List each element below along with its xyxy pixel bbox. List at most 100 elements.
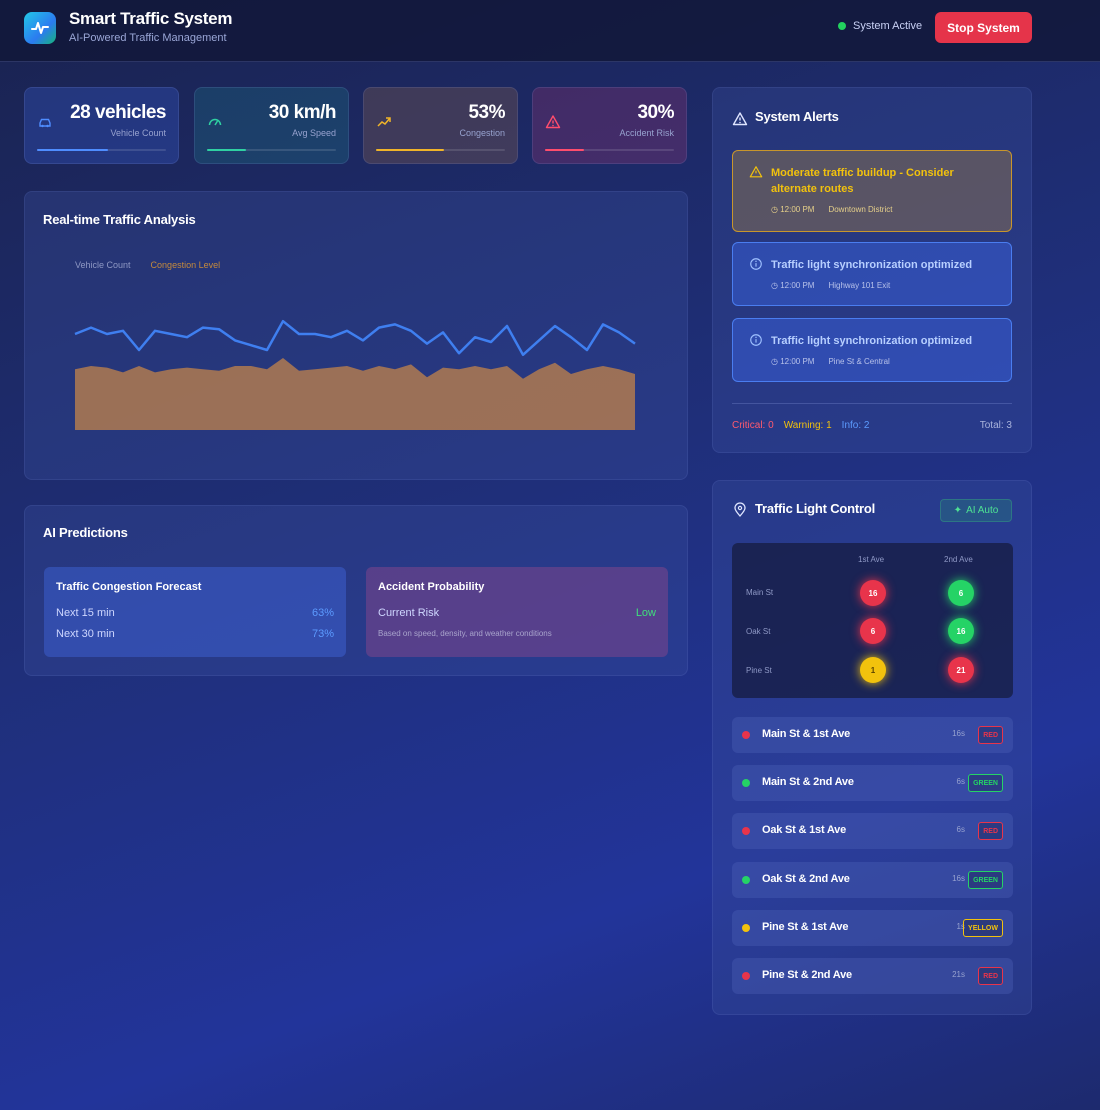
vehicle-count-point <box>282 320 284 322</box>
gauge-icon <box>208 118 222 126</box>
status-dot-icon <box>838 22 846 30</box>
intersection-item[interactable]: Oak St & 2nd Ave 16s GREEN <box>732 862 1013 898</box>
vehicle-count-point <box>154 330 156 332</box>
traffic-chart <box>74 319 636 430</box>
state-dot-icon <box>742 731 750 739</box>
vehicle-count-point <box>458 352 460 354</box>
vehicle-count-point <box>218 328 220 330</box>
traffic-light[interactable]: 6 <box>948 580 974 606</box>
critical-count: Critical: 0 <box>732 420 774 431</box>
vehicle-count-point <box>474 336 476 338</box>
intersection-name: Oak St & 2nd Ave <box>762 873 850 885</box>
alert-summary: Critical: 0 Warning: 1 Info: 2 Total: 3 <box>732 420 1012 431</box>
intersection-item[interactable]: Pine St & 2nd Ave 21s RED <box>732 958 1013 994</box>
intersection-item[interactable]: Pine St & 1st Ave 1s YELLOW <box>732 910 1013 946</box>
traffic-light[interactable]: 1 <box>860 657 886 683</box>
forecast-row-30: Next 30 min 73% <box>56 628 334 640</box>
vehicle-count-point <box>538 339 540 341</box>
state-dot-icon <box>742 876 750 884</box>
stat-progress-fill <box>37 149 108 151</box>
vehicle-count-point <box>410 330 412 332</box>
intersection-name: Pine St & 1st Ave <box>762 921 849 933</box>
alert-text: Traffic light synchronization optimized <box>771 335 973 347</box>
intersection-timer: 6s <box>956 825 965 834</box>
vehicle-count-point <box>314 333 316 335</box>
alert-triangle-icon <box>732 112 748 126</box>
alert-location: Pine St & Central <box>828 357 890 366</box>
state-dot-icon <box>742 924 750 932</box>
alert-info[interactable]: Traffic light synchronization optimized … <box>732 242 1012 306</box>
traffic-light[interactable]: 16 <box>948 618 974 644</box>
warning-icon <box>749 166 763 178</box>
vehicle-count-point <box>634 343 636 345</box>
column-header: 1st Ave <box>858 555 885 564</box>
vehicle-count-point <box>234 339 236 341</box>
traffic-light[interactable]: 16 <box>860 580 886 606</box>
intersection-item[interactable]: Oak St & 1st Ave 6s RED <box>732 813 1013 849</box>
vehicle-count-point <box>298 333 300 335</box>
state-dot-icon <box>742 827 750 835</box>
stat-progress <box>207 149 336 151</box>
alert-info[interactable]: Traffic light synchronization optimized … <box>732 318 1012 382</box>
stat-card-accident-risk: 30% Accident Risk <box>532 87 687 164</box>
info-icon <box>750 334 762 346</box>
state-dot-icon <box>742 779 750 787</box>
vehicle-count-point <box>426 343 428 345</box>
stat-label: Accident Risk <box>619 128 674 138</box>
ai-auto-label: AI Auto <box>966 505 999 516</box>
alert-location: Downtown District <box>828 205 893 214</box>
row-label: Oak St <box>746 627 771 636</box>
stat-progress <box>37 149 166 151</box>
vehicle-count-point <box>250 344 252 346</box>
state-badge: RED <box>978 822 1003 840</box>
legend-vehicle-count: Vehicle Count <box>75 260 131 270</box>
stat-progress-fill <box>376 149 445 151</box>
row-label: Main St <box>746 588 774 597</box>
vehicle-count-point <box>330 336 332 338</box>
stat-card-speed: 30 km/h Avg Speed <box>194 87 349 164</box>
state-badge: GREEN <box>968 774 1003 792</box>
divider <box>732 403 1012 404</box>
alert-warning[interactable]: Moderate traffic buildup - Consider alte… <box>732 150 1012 232</box>
vehicle-count-point <box>554 325 556 327</box>
stop-system-button[interactable]: Stop System <box>935 12 1032 43</box>
forecast-value: 73% <box>311 628 334 640</box>
intersection-item[interactable]: Main St & 2nd Ave 6s GREEN <box>732 765 1013 801</box>
vehicle-count-point <box>490 341 492 343</box>
chart-title: Real-time Traffic Analysis <box>43 212 196 227</box>
trend-up-icon <box>377 117 391 127</box>
alert-text: Traffic light synchronization optimized <box>771 259 973 271</box>
state-badge: RED <box>978 726 1003 744</box>
vehicle-count-point <box>442 331 444 333</box>
location-pin-icon <box>734 502 746 517</box>
accident-risk-row: Current Risk Low <box>378 607 656 619</box>
alert-meta: ◷ 12:00 PM Pine St & Central <box>771 357 890 366</box>
vehicle-count-point <box>138 349 140 351</box>
intersection-name: Pine St & 2nd Ave <box>762 969 852 981</box>
warning-icon <box>545 115 561 129</box>
traffic-light[interactable]: 21 <box>948 657 974 683</box>
intersection-name: Oak St & 1st Ave <box>762 824 847 836</box>
app-subtitle: AI-Powered Traffic Management <box>69 32 227 44</box>
congestion-area <box>75 358 635 430</box>
traffic-light[interactable]: 6 <box>860 618 886 644</box>
stat-card-vehicles: 28 vehicles Vehicle Count <box>24 87 179 164</box>
column-header: 2nd Ave <box>944 555 973 564</box>
chart-legend: Vehicle Count Congestion Level <box>75 260 220 270</box>
app-title: Smart Traffic System <box>69 9 233 28</box>
alert-text: Moderate traffic buildup - Consider alte… <box>771 167 954 195</box>
vehicle-count-point <box>122 330 124 332</box>
congestion-forecast-card: Traffic Congestion Forecast Next 15 min … <box>44 567 346 657</box>
ai-auto-toggle[interactable]: ✦ AI Auto <box>940 499 1012 522</box>
sparkle-icon: ✦ <box>953 505 963 516</box>
vehicle-count-line <box>74 319 636 357</box>
clock-icon: ◷ 12:00 PM <box>771 281 815 290</box>
state-dot-icon <box>742 972 750 980</box>
accident-title: Accident Probability <box>378 581 485 593</box>
stat-label: Avg Speed <box>292 128 336 138</box>
stat-progress <box>545 149 674 151</box>
alert-location: Highway 101 Exit <box>828 281 891 290</box>
intersection-item[interactable]: Main St & 1st Ave 16s RED <box>732 717 1013 753</box>
alert-time: 12:00 PM <box>780 281 815 290</box>
stat-label: Vehicle Count <box>110 128 166 138</box>
